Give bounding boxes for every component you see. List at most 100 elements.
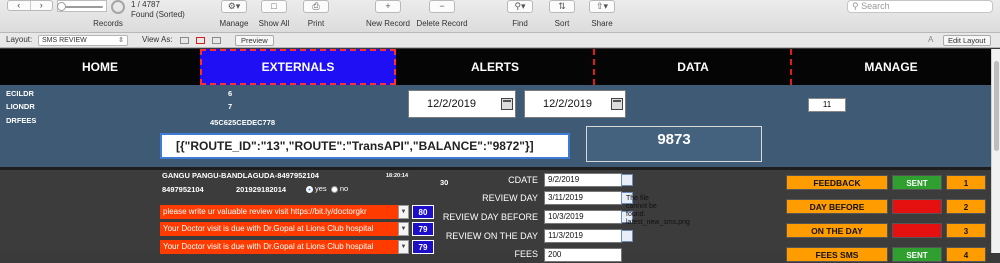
missing-image-note: The file cannot be found: latest_new_sms… [626, 195, 690, 226]
record-nav-buttons[interactable]: ‹ › [7, 0, 53, 11]
balance-display: 9873 [586, 126, 762, 162]
review-day-field[interactable]: 3/11/2019 [544, 191, 633, 205]
records-found-label: Found (Sorted) [131, 10, 185, 19]
layout-select-value: SMS REVIEW [42, 37, 87, 44]
fees-field[interactable]: 200 [544, 248, 622, 262]
field-label: REVIEW DAY BEFORE [442, 212, 538, 222]
records-label: Records [93, 19, 123, 28]
delete-record-label: Delete Record [416, 19, 468, 28]
chevron-down-icon[interactable]: ▼ [398, 240, 409, 254]
field-label: FEES [514, 249, 538, 259]
radio-no-label: no [339, 184, 349, 193]
vertical-scrollbar[interactable] [991, 49, 1000, 253]
cdate-field[interactable]: 9/2/2019 [544, 173, 633, 187]
status-badge: SENT [892, 175, 942, 190]
preview-button[interactable]: Preview [235, 35, 274, 46]
field-value: 10/3/2019 [548, 212, 584, 221]
main-nav: HOME EXTERNALS ALERTS DATA MANAGE [0, 49, 991, 85]
minus-icon: − [429, 0, 455, 13]
status-count: 2 [946, 199, 986, 214]
table-view-icon[interactable] [212, 37, 221, 44]
status-count: 4 [946, 247, 986, 262]
drfees-value: 45C625CEDEC778 [210, 118, 276, 127]
day-before-button[interactable]: DAY BEFORE [786, 199, 888, 214]
radio-yes[interactable] [306, 185, 313, 193]
chevron-down-icon[interactable]: ▼ [398, 205, 409, 219]
list-view-icon[interactable] [196, 37, 205, 44]
chevron-right-icon[interactable]: › [29, 1, 53, 10]
search-input[interactable]: ⚲ Search [847, 0, 993, 13]
chevron-down-icon[interactable]: ▼ [398, 222, 409, 236]
api-response-field[interactable]: [{"ROUTE_ID":"13","ROUTE":"TransAPI","BA… [160, 133, 570, 159]
layout-label: Layout: [6, 35, 33, 44]
count-field[interactable]: 11 [808, 98, 846, 112]
field-label: REVIEW ON THE DAY [445, 231, 538, 241]
gear-icon: ⚙▾ [221, 0, 247, 13]
layout-select[interactable]: SMS REVIEW ⇳ [38, 35, 128, 46]
printer-icon: ⎙ [303, 0, 329, 13]
radio-yes-label: yes [315, 184, 327, 193]
calendar-icon[interactable] [621, 174, 633, 186]
toolbar: ‹ › 1 / 4787 Found (Sorted) Records ⚙▾ M… [0, 0, 1000, 33]
record-slider[interactable] [61, 6, 103, 8]
record-time: 18:20:14 [386, 173, 409, 179]
message-field[interactable]: Your Doctor visit is due with Dr.Gopal a… [160, 222, 398, 236]
status-count: 3 [946, 223, 986, 238]
form-view-icon[interactable] [180, 37, 189, 44]
field-value: 200 [548, 250, 562, 259]
message-field[interactable]: please write ur valuable review visit ht… [160, 205, 398, 219]
search-icon: ⚲ [852, 1, 859, 11]
review-radio-group[interactable]: yes no [306, 184, 348, 193]
share-icon: ⇧▾ [589, 0, 615, 13]
show-all-icon: □ [261, 0, 287, 13]
review-on-the-day-field[interactable]: 11/3/2019 [544, 229, 633, 243]
found-pie-icon [111, 0, 125, 14]
calendar-icon[interactable] [501, 98, 513, 110]
field-value: 11/3/2019 [548, 231, 583, 240]
font-size-icon[interactable]: A [928, 35, 933, 45]
date-to-field[interactable]: 12/2/2019 [524, 90, 626, 118]
field-label: CDATE [508, 175, 538, 185]
sort-icon: ⇅ [549, 0, 575, 13]
status-badge [892, 199, 942, 214]
fees-sms-button[interactable]: FEES SMS [786, 247, 888, 262]
review-day-before-field[interactable]: 10/3/2019 [544, 210, 633, 224]
find-label: Find [512, 19, 528, 28]
tab-externals[interactable]: EXTERNALS [200, 49, 396, 85]
chevron-left-icon[interactable]: ‹ [8, 1, 30, 10]
scrollbar-thumb[interactable] [994, 61, 999, 151]
tab-manage[interactable]: MANAGE [792, 49, 990, 85]
patient-name: GANGU PANGU-BANDLAGUDA-8497952104 [162, 171, 319, 180]
print-label: Print [307, 19, 325, 28]
view-as-label: View As: [142, 35, 173, 44]
message-field[interactable]: Your Doctor visit is due with Dr.Gopal a… [160, 240, 398, 254]
feedback-button[interactable]: FEEDBACK [786, 175, 888, 190]
sort-label: Sort [554, 19, 570, 28]
ecildr-value: 6 [228, 89, 233, 98]
search-icon: ⚲▾ [507, 0, 533, 13]
layout-bar: Layout: SMS REVIEW ⇳ View As: Preview A … [0, 33, 1000, 48]
tab-data[interactable]: DATA [595, 49, 791, 85]
patient-phone: 8497952104 [162, 185, 204, 194]
status-badge: SENT [892, 247, 942, 262]
liondr-value: 7 [228, 102, 233, 111]
share-label: Share [591, 19, 613, 28]
field-value: 9/2/2019 [548, 175, 580, 184]
status-count: 1 [946, 175, 986, 190]
drfees-label: DRFEES [6, 116, 37, 125]
status-badge [892, 223, 942, 238]
calendar-icon[interactable] [611, 98, 623, 110]
radio-no[interactable] [330, 185, 338, 193]
date-from-field[interactable]: 12/2/2019 [408, 90, 516, 118]
search-placeholder: Search [861, 1, 890, 11]
tab-alerts[interactable]: ALERTS [396, 49, 594, 85]
edit-layout-button[interactable]: Edit Layout [943, 35, 991, 46]
manage-label: Manage [219, 19, 249, 28]
on-the-day-button[interactable]: ON THE DAY [786, 223, 888, 238]
calendar-icon[interactable] [621, 230, 633, 242]
record-code: 201929182014 [236, 185, 287, 194]
tab-home[interactable]: HOME [0, 49, 200, 85]
field-value: 3/11/2019 [548, 193, 583, 202]
date-from-value: 12/2/2019 [427, 98, 476, 110]
record-slider-handle[interactable] [57, 2, 66, 11]
